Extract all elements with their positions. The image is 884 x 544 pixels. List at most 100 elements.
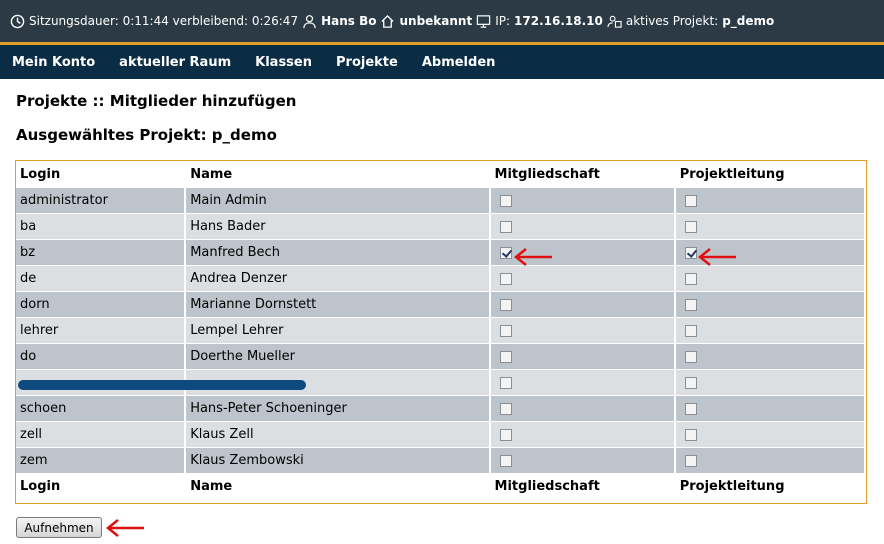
cell-project-lead xyxy=(675,187,866,213)
table-row: zem Klaus Zembowski xyxy=(16,447,866,473)
aufnehmen-button[interactable]: Aufnehmen xyxy=(16,517,102,538)
cell-membership xyxy=(490,395,676,421)
clock-icon xyxy=(10,14,25,28)
table-row: ba Hans Bader xyxy=(16,213,866,239)
annotation-arrow-icon xyxy=(513,248,552,266)
nav-klassen[interactable]: Klassen xyxy=(255,55,312,70)
cell-name: Main Admin xyxy=(186,187,491,213)
status-bar: Sitzungsdauer: 0:11:44 verbleibend: 0:26… xyxy=(0,0,884,42)
cell-membership xyxy=(490,317,676,343)
project-info: aktives Projekt: p_demo xyxy=(607,14,774,29)
nav-abmelden[interactable]: Abmelden xyxy=(422,55,496,70)
cell-login: zell xyxy=(16,421,187,447)
cell-name: Doerthe Mueller xyxy=(186,343,491,369)
home-icon xyxy=(381,14,395,28)
project-label: aktives Projekt: xyxy=(625,14,719,28)
cell-name: Manfred Bech xyxy=(186,239,491,265)
project-lead-checkbox[interactable] xyxy=(684,428,697,441)
nav-projekte[interactable]: Projekte xyxy=(336,55,398,70)
cell-name: Andrea Denzer xyxy=(186,265,491,291)
footer-name: Name xyxy=(186,473,491,499)
page-title: Projekte :: Mitglieder hinzufügen xyxy=(16,92,297,110)
cell-membership xyxy=(490,369,676,395)
membership-checkbox[interactable] xyxy=(499,246,512,259)
project-lead-checkbox[interactable] xyxy=(684,272,697,285)
cell-login: schoen xyxy=(16,395,187,421)
annotation-arrow-icon xyxy=(697,248,736,266)
header-project-lead: Projektleitung xyxy=(675,161,866,187)
main-nav: Mein Konto aktueller Raum Klassen Projek… xyxy=(0,45,884,79)
project-lead-checkbox[interactable] xyxy=(684,376,697,389)
table-row: administrator Main Admin xyxy=(16,187,866,213)
nav-mein-konto[interactable]: Mein Konto xyxy=(12,55,95,70)
cell-name: Hans Bader xyxy=(186,213,491,239)
header-membership: Mitgliedschaft xyxy=(490,161,676,187)
cell-project-lead xyxy=(675,291,866,317)
cell-project-lead xyxy=(675,421,866,447)
members-table: Login Name Mitgliedschaft Projektleitung… xyxy=(16,161,866,499)
members-table-container: Login Name Mitgliedschaft Projektleitung… xyxy=(15,160,867,504)
session-info: Sitzungsdauer: 0:11:44 verbleibend: 0:26… xyxy=(10,14,298,29)
membership-checkbox[interactable] xyxy=(499,298,512,311)
table-row: zell Klaus Zell xyxy=(16,421,866,447)
table-row: lehrer Lempel Lehrer xyxy=(16,317,866,343)
cell-project-lead xyxy=(675,317,866,343)
cell-project-lead xyxy=(675,369,866,395)
project-lead-checkbox[interactable] xyxy=(684,220,697,233)
project-icon xyxy=(607,15,622,28)
membership-checkbox[interactable] xyxy=(499,194,512,207)
cell-project-lead xyxy=(675,395,866,421)
cell-project-lead xyxy=(675,265,866,291)
membership-checkbox[interactable] xyxy=(499,324,512,337)
table-header-row: Login Name Mitgliedschaft Projektleitung xyxy=(16,161,866,187)
cell-name: Klaus Zembowski xyxy=(186,447,491,473)
user-name: Hans Bo xyxy=(321,14,377,28)
membership-checkbox[interactable] xyxy=(499,376,512,389)
project-lead-checkbox[interactable] xyxy=(684,246,697,259)
cell-login: do xyxy=(16,343,187,369)
project-name: p_demo xyxy=(722,14,775,28)
project-lead-checkbox[interactable] xyxy=(684,350,697,363)
footer-project-lead: Projektleitung xyxy=(675,473,866,499)
cell-membership xyxy=(490,421,676,447)
cell-name: Lempel Lehrer xyxy=(186,317,491,343)
table-row: schoen Hans-Peter Schoeninger xyxy=(16,395,866,421)
project-lead-checkbox[interactable] xyxy=(684,454,697,467)
project-lead-checkbox[interactable] xyxy=(684,298,697,311)
room-info: unbekannt xyxy=(380,14,472,29)
membership-checkbox[interactable] xyxy=(499,428,512,441)
cell-login: dorn xyxy=(16,291,187,317)
membership-checkbox[interactable] xyxy=(499,454,512,467)
cell-project-lead xyxy=(675,447,866,473)
cell-membership xyxy=(490,291,676,317)
membership-checkbox[interactable] xyxy=(499,350,512,363)
annotation-arrow-icon xyxy=(105,519,144,537)
room-name: unbekannt xyxy=(399,14,473,28)
monitor-icon xyxy=(477,14,491,28)
project-lead-checkbox[interactable] xyxy=(684,324,697,337)
cell-membership xyxy=(490,343,676,369)
project-lead-checkbox[interactable] xyxy=(684,402,697,415)
user-icon xyxy=(303,14,316,28)
membership-checkbox[interactable] xyxy=(499,402,512,415)
session-text: Sitzungsdauer: 0:11:44 verbleibend: 0:26… xyxy=(29,14,299,28)
cell-login: de xyxy=(16,265,187,291)
redaction-bar xyxy=(18,380,306,390)
nav-aktueller-raum[interactable]: aktueller Raum xyxy=(119,55,231,70)
ip-label: IP: xyxy=(495,14,511,28)
cell-membership xyxy=(490,187,676,213)
table-row: dorn Marianne Dornstett xyxy=(16,291,866,317)
table-row: de Andrea Denzer xyxy=(16,265,866,291)
ip-info: IP: 172.16.18.10 xyxy=(476,14,603,29)
cell-name: Marianne Dornstett xyxy=(186,291,491,317)
footer-membership: Mitgliedschaft xyxy=(490,473,676,499)
cell-login: bz xyxy=(16,239,187,265)
cell-login: zem xyxy=(16,447,187,473)
cell-project-lead xyxy=(675,343,866,369)
project-lead-checkbox[interactable] xyxy=(684,194,697,207)
cell-login: administrator xyxy=(16,187,187,213)
membership-checkbox[interactable] xyxy=(499,220,512,233)
membership-checkbox[interactable] xyxy=(499,272,512,285)
table-footer-row: Login Name Mitgliedschaft Projektleitung xyxy=(16,473,866,499)
cell-login: lehrer xyxy=(16,317,187,343)
